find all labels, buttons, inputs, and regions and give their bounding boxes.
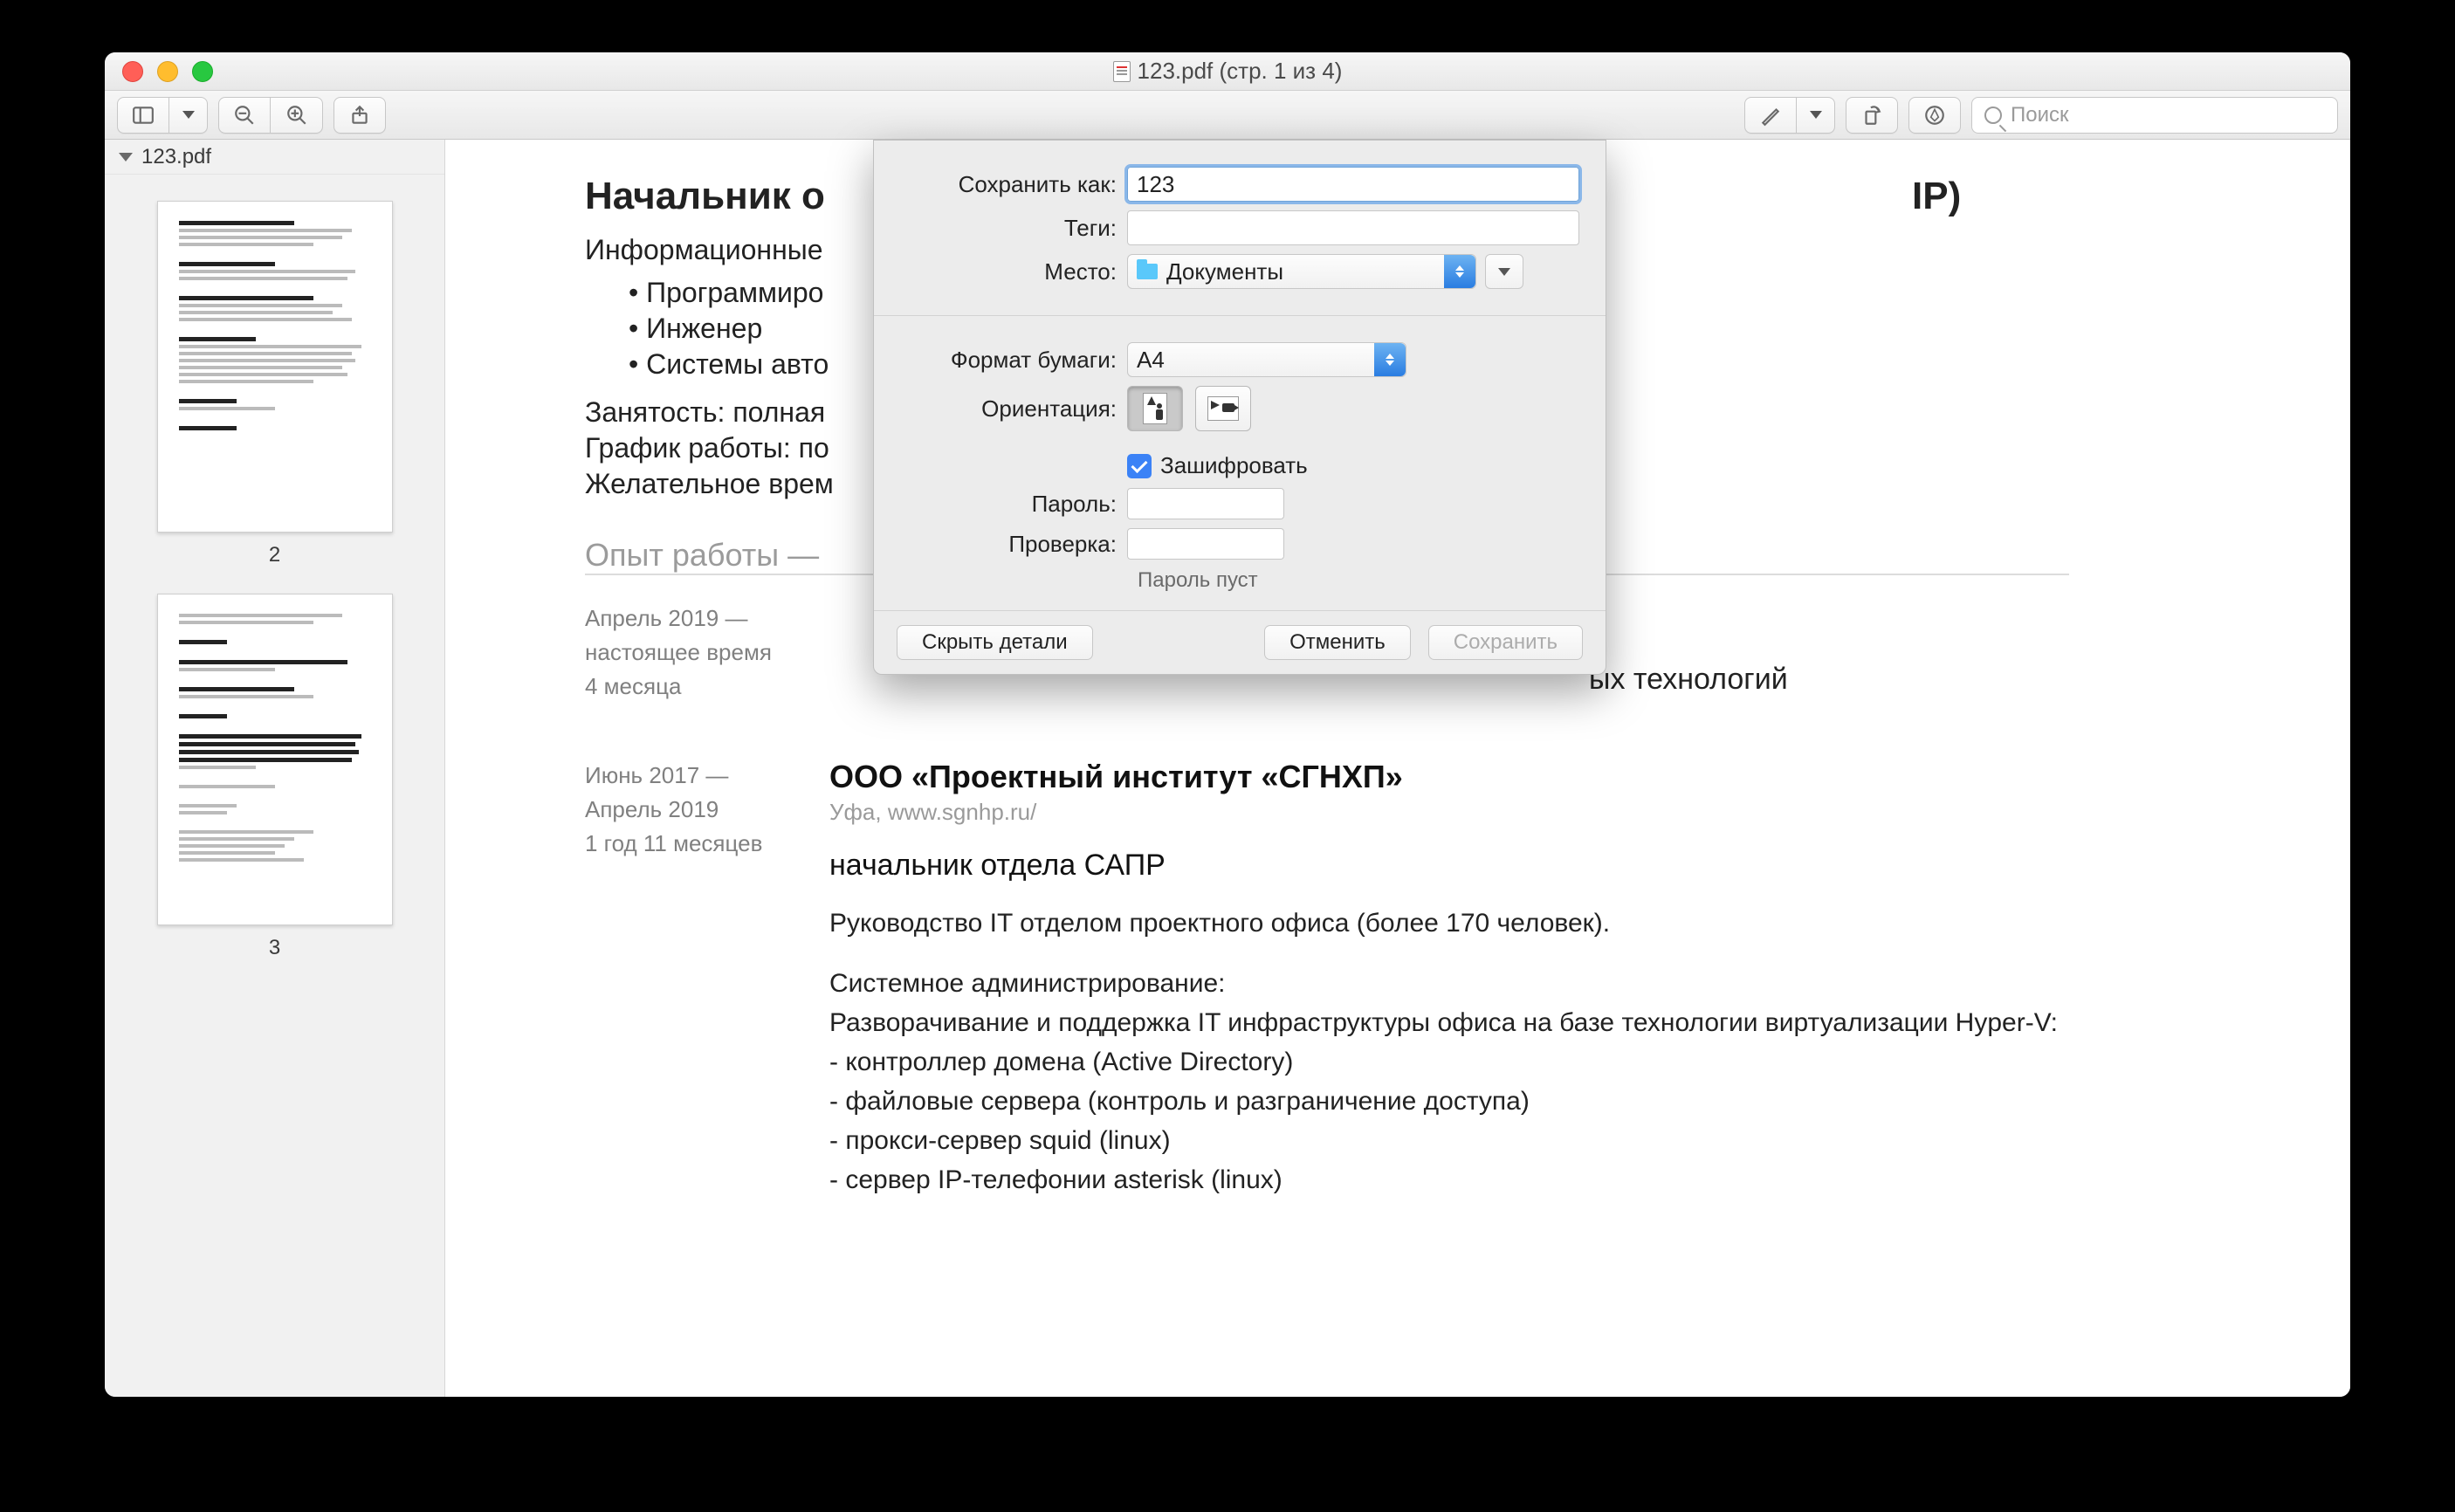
zoom-out-icon [233, 104, 256, 127]
entry-period: Апрель 2019 — настоящее время 4 месяца [585, 601, 777, 706]
search-icon [1984, 107, 2002, 124]
sidebar-toggle-button[interactable] [117, 97, 169, 134]
titlebar[interactable]: 123.pdf (стр. 1 из 4) [105, 52, 2350, 91]
sidebar-dropdown-button[interactable] [169, 97, 208, 134]
save-button[interactable]: Сохранить [1428, 625, 1583, 660]
toolbar: Поиск [105, 91, 2350, 140]
zoom-out-button[interactable] [218, 97, 271, 134]
document-icon [1113, 61, 1131, 82]
zoom-window-button[interactable] [192, 61, 213, 82]
window-title: 123.pdf (стр. 1 из 4) [105, 58, 2350, 85]
share-button[interactable] [334, 97, 386, 134]
orientation-portrait-button[interactable] [1127, 386, 1183, 431]
orientation-landscape-button[interactable] [1195, 386, 1251, 431]
thumbnail-item[interactable]: 3 [157, 594, 393, 960]
folder-icon [1137, 264, 1158, 279]
location-select[interactable]: Документы [1127, 254, 1476, 289]
markup-toolbar-button[interactable] [1908, 97, 1961, 134]
landscape-icon [1207, 396, 1239, 421]
entry-period: Июнь 2017 — Апрель 2019 1 год 11 месяцев [585, 759, 777, 1199]
portrait-icon [1143, 393, 1167, 424]
company-name: ООО «Проектный институт «СГНХП» [829, 759, 2211, 795]
sidebar-file-name: 123.pdf [141, 145, 211, 169]
location-label: Место: [900, 258, 1127, 285]
markup-group [1744, 97, 1835, 134]
traffic-lights [105, 61, 213, 82]
zoom-in-icon [285, 104, 308, 127]
orientation-label: Ориентация: [900, 395, 1127, 423]
thumbnail-list: 2 [105, 175, 444, 1397]
experience-entry: Июнь 2017 — Апрель 2019 1 год 11 месяцев… [585, 759, 2211, 1199]
select-stepper-icon [1374, 343, 1406, 376]
password-input[interactable] [1127, 488, 1284, 519]
password-label: Пароль: [900, 491, 1127, 518]
thumbnail-sidebar: 123.pdf [105, 140, 445, 1397]
chevron-down-icon [1498, 268, 1510, 276]
rotate-icon [1860, 104, 1883, 127]
verify-input[interactable] [1127, 528, 1284, 560]
location-value: Документы [1166, 258, 1283, 285]
body-paragraph: Системное администрирование: Разворачива… [829, 964, 2211, 1199]
chevron-down-icon [1810, 111, 1822, 119]
disclosure-triangle-icon [119, 153, 133, 162]
thumbnail-item[interactable]: 2 [157, 201, 393, 567]
tags-label: Теги: [900, 215, 1127, 242]
sidebar-toggle-group [117, 97, 208, 134]
paper-format-value: A4 [1137, 347, 1165, 374]
password-hint: Пароль пуст [1138, 568, 1579, 593]
sidebar-icon [132, 104, 155, 127]
tags-input[interactable] [1127, 210, 1579, 245]
thumbnail-page-number: 3 [269, 936, 280, 960]
paper-format-select[interactable]: A4 [1127, 342, 1406, 377]
window-title-text: 123.pdf (стр. 1 из 4) [1138, 58, 1343, 85]
entry-tail-text: ых технологий [1589, 663, 1788, 697]
highlight-dropdown-button[interactable] [1797, 97, 1835, 134]
select-stepper-icon [1444, 255, 1475, 288]
hide-details-button[interactable]: Скрыть детали [897, 625, 1093, 660]
thumbnail-preview [157, 201, 393, 533]
save-dialog: Сохранить как: Теги: Место: Документы Фо… [873, 140, 1606, 675]
paper-format-label: Формат бумаги: [900, 347, 1127, 374]
marker-icon [1759, 104, 1782, 127]
app-window: 123.pdf (стр. 1 из 4) [105, 52, 2350, 1397]
expand-location-button[interactable] [1485, 254, 1523, 289]
thumbnail-preview [157, 594, 393, 925]
company-sub: Уфа, www.sgnhp.ru/ [829, 799, 2211, 826]
share-icon [348, 104, 371, 127]
doc-heading-tail: ІР) [1912, 175, 1961, 218]
sidebar-file-item[interactable]: 123.pdf [105, 140, 444, 175]
rotate-button[interactable] [1846, 97, 1898, 134]
highlight-button[interactable] [1744, 97, 1797, 134]
minimize-window-button[interactable] [157, 61, 178, 82]
save-as-input[interactable] [1127, 167, 1579, 202]
search-placeholder: Поиск [2011, 103, 2069, 127]
encrypt-label: Зашифровать [1160, 452, 1308, 479]
save-as-label: Сохранить как: [900, 171, 1127, 198]
cancel-button[interactable]: Отменить [1264, 625, 1411, 660]
job-title: начальник отдела САПР [829, 849, 2211, 883]
entry-body: ООО «Проектный институт «СГНХП» Уфа, www… [829, 759, 2211, 1199]
body-paragraph: Руководство IT отделом проектного офиса … [829, 904, 2211, 943]
chevron-down-icon [182, 111, 195, 119]
zoom-group [218, 97, 323, 134]
encrypt-checkbox[interactable] [1127, 454, 1152, 478]
pen-tip-icon [1923, 104, 1946, 127]
close-window-button[interactable] [122, 61, 143, 82]
verify-label: Проверка: [900, 531, 1127, 558]
zoom-in-button[interactable] [271, 97, 323, 134]
search-input[interactable]: Поиск [1971, 97, 2338, 134]
thumbnail-page-number: 2 [269, 543, 280, 567]
